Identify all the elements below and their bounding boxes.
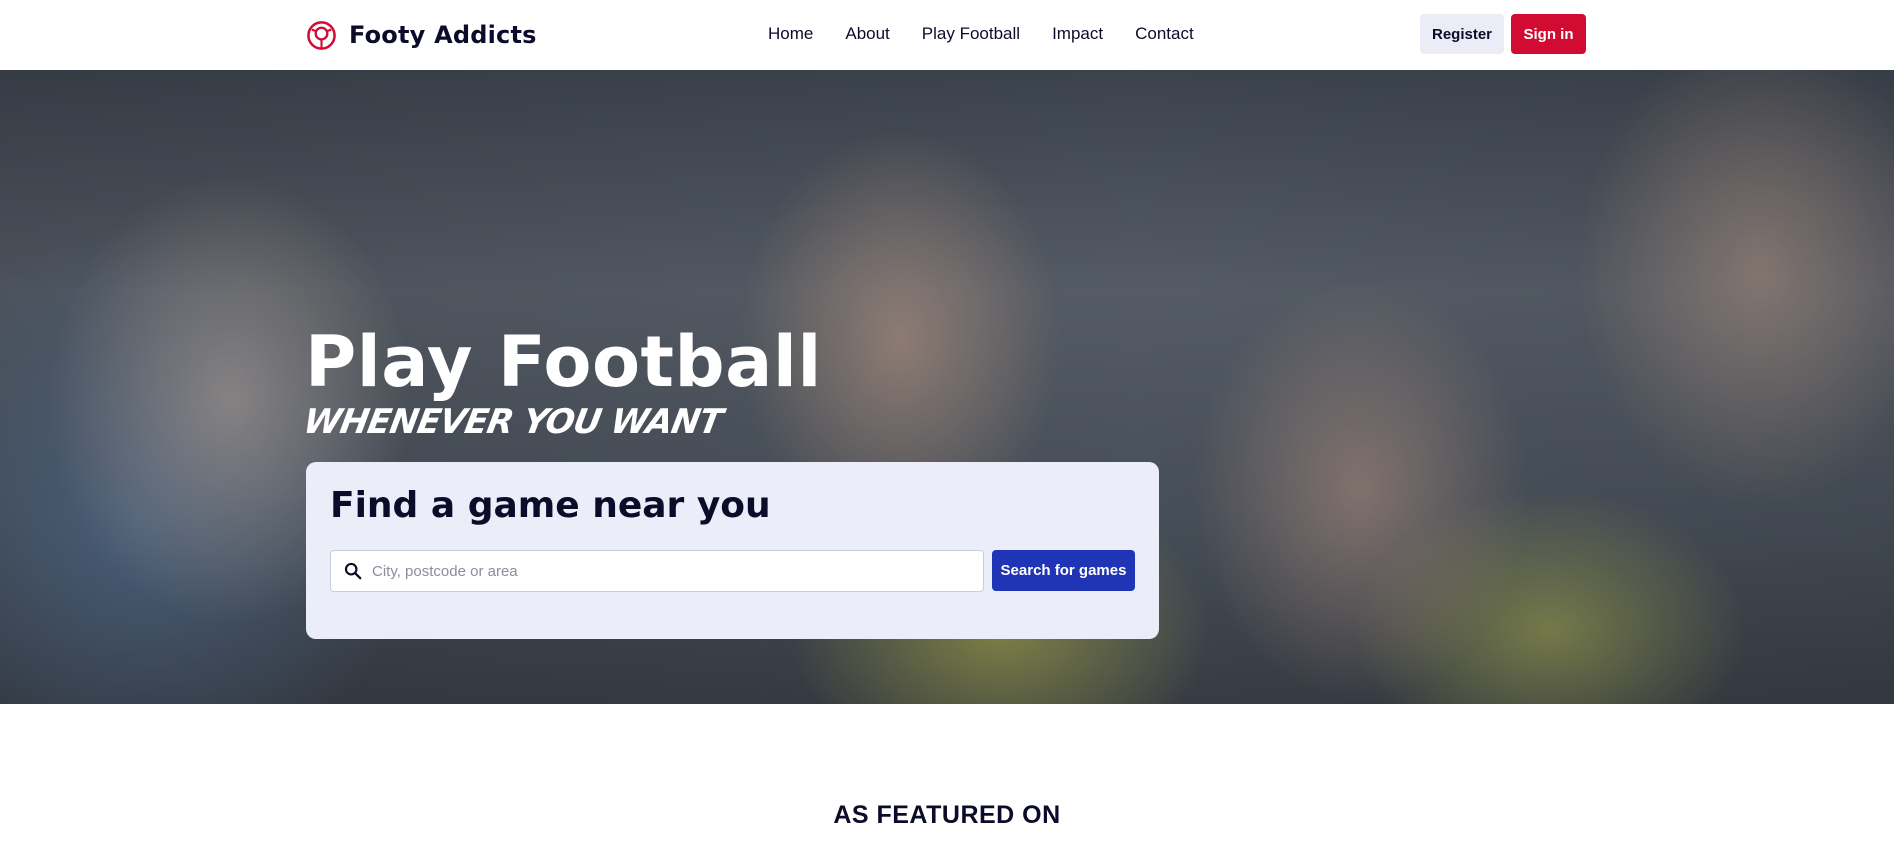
location-search-input[interactable]: [372, 551, 983, 591]
nav-item-home[interactable]: Home: [768, 24, 813, 44]
hero-subtitle: WHENEVER YOU WANT: [300, 402, 725, 442]
hero-title: Play Football: [305, 321, 822, 403]
search-for-games-button[interactable]: Search for games: [992, 550, 1135, 591]
nav-item-impact[interactable]: Impact: [1052, 24, 1103, 44]
nav-item-contact[interactable]: Contact: [1135, 24, 1194, 44]
sign-in-button[interactable]: Sign in: [1511, 14, 1586, 54]
hero-section: Play Football WHENEVER YOU WANT Find a g…: [0, 70, 1894, 704]
site-header: Footy Addicts Home About Play Football I…: [0, 0, 1894, 70]
location-search-field[interactable]: [330, 550, 984, 592]
brand-logo[interactable]: Footy Addicts: [306, 18, 537, 52]
featured-on-heading: AS FEATURED ON: [833, 801, 1061, 829]
search-heading: Find a game near you: [330, 485, 771, 526]
register-button[interactable]: Register: [1420, 14, 1504, 54]
game-search-card: Find a game near you Search for games: [306, 462, 1159, 639]
nav-item-play-football[interactable]: Play Football: [922, 24, 1020, 44]
nav-item-about[interactable]: About: [845, 24, 889, 44]
main-nav: Home About Play Football Impact Contact: [768, 20, 1194, 48]
search-icon: [344, 562, 362, 580]
brand-name: Footy Addicts: [349, 21, 537, 49]
football-ring-icon: [307, 20, 336, 50]
